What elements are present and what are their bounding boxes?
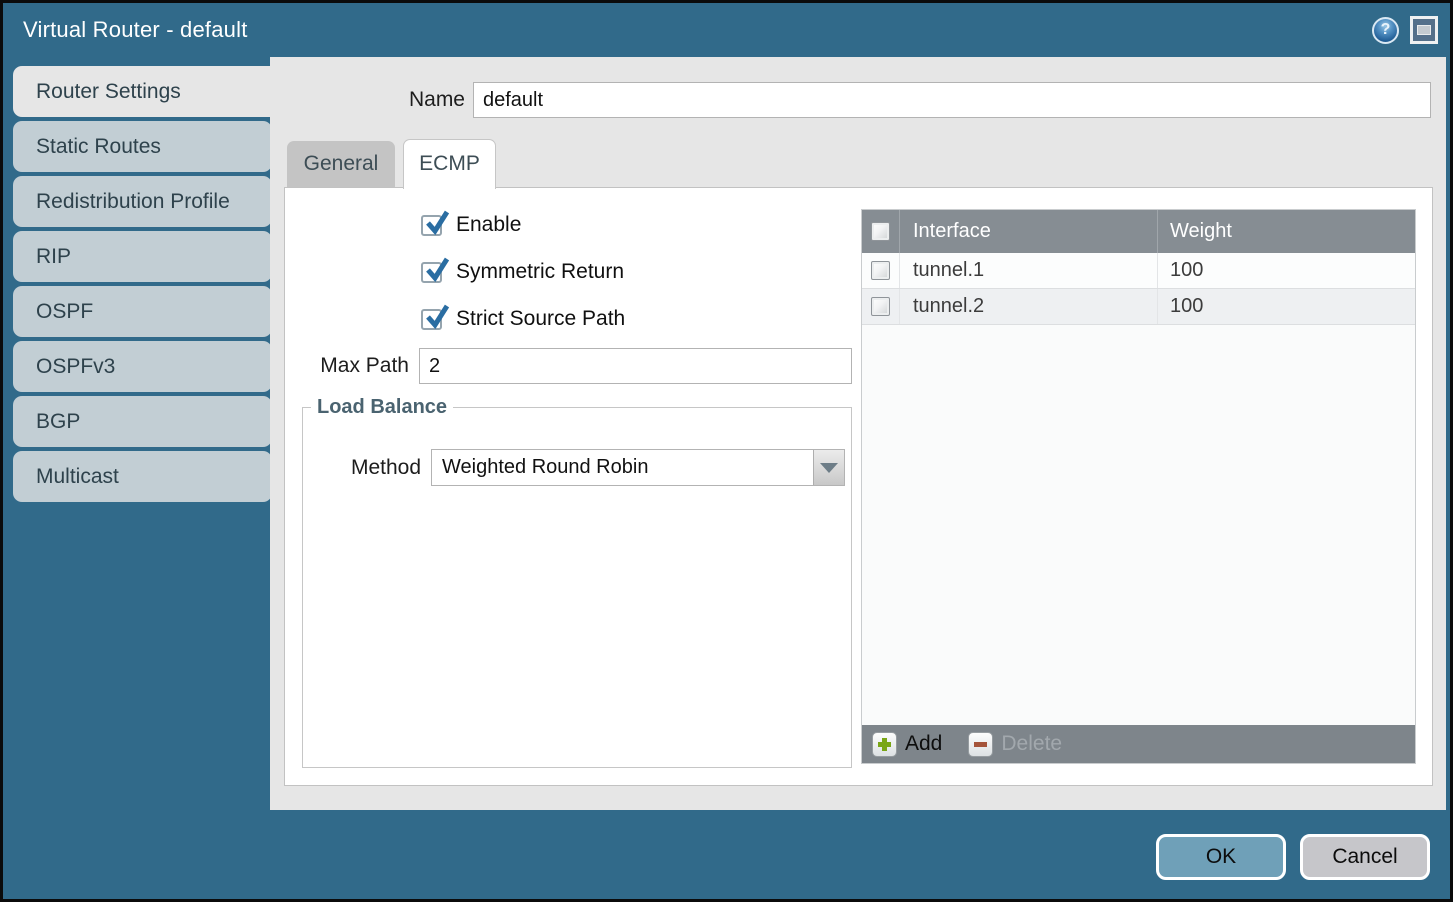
weight-column-header[interactable]: Weight xyxy=(1158,220,1415,243)
minus-icon xyxy=(968,732,993,757)
load-balance-legend: Load Balance xyxy=(311,396,453,419)
chevron-down-icon xyxy=(820,463,838,473)
row-checkbox-cell xyxy=(862,253,900,288)
symmetric-return-label: Symmetric Return xyxy=(456,260,624,284)
sidebar-item-multicast[interactable]: Multicast xyxy=(13,451,272,502)
method-label: Method xyxy=(313,449,421,486)
table-footer: Add Delete xyxy=(862,725,1415,763)
row-checkbox[interactable] xyxy=(871,261,890,280)
max-path-label: Max Path xyxy=(285,348,409,384)
interface-cell[interactable]: tunnel.2 xyxy=(900,289,1158,324)
delete-button[interactable]: Delete xyxy=(968,732,1062,757)
table-empty-area xyxy=(862,325,1415,725)
strict-source-path-checkbox[interactable] xyxy=(421,309,442,330)
load-balance-group: Load Balance Method Weighted Round Robin xyxy=(302,396,852,768)
ok-button[interactable]: OK xyxy=(1156,834,1286,880)
select-all-cell xyxy=(862,210,900,253)
method-selected-value: Weighted Round Robin xyxy=(432,456,813,479)
sidebar-item-redistribution-profile[interactable]: Redistribution Profile xyxy=(13,176,272,227)
row-checkbox-cell xyxy=(862,289,900,324)
interface-cell[interactable]: tunnel.1 xyxy=(900,253,1158,288)
sidebar-item-ospf[interactable]: OSPF xyxy=(13,286,272,337)
sidebar-item-bgp[interactable]: BGP xyxy=(13,396,272,447)
symmetric-return-checkbox[interactable] xyxy=(421,262,442,283)
enable-checkbox[interactable] xyxy=(421,215,442,236)
interface-column-header[interactable]: Interface xyxy=(900,210,1158,253)
restore-window-icon[interactable] xyxy=(1410,16,1438,44)
table-header: Interface Weight xyxy=(862,210,1415,253)
dialog-title: Virtual Router - default xyxy=(23,17,248,43)
virtual-router-dialog: Virtual Router - default ? Router Settin… xyxy=(0,0,1453,902)
delete-button-label: Delete xyxy=(1001,732,1062,756)
weight-cell[interactable]: 100 xyxy=(1158,259,1415,282)
tab-ecmp[interactable]: ECMP xyxy=(403,139,496,189)
sidebar-item-static-routes[interactable]: Static Routes xyxy=(13,121,272,172)
symmetric-return-row: Symmetric Return xyxy=(421,258,624,286)
table-row[interactable]: tunnel.2 100 xyxy=(862,289,1415,325)
cancel-button[interactable]: Cancel xyxy=(1300,834,1430,880)
ecmp-tab-panel: Enable Symmetric Return Strict Source Pa… xyxy=(284,187,1433,786)
sidebar-item-ospfv3[interactable]: OSPFv3 xyxy=(13,341,272,392)
checkmark-icon xyxy=(423,255,452,284)
strict-source-path-row: Strict Source Path xyxy=(421,305,625,333)
add-button[interactable]: Add xyxy=(872,732,942,757)
row-checkbox[interactable] xyxy=(871,297,890,316)
sidebar-item-rip[interactable]: RIP xyxy=(13,231,272,282)
interface-table: Interface Weight tunnel.1 100 tunnel.2 1… xyxy=(861,209,1416,764)
checkmark-icon xyxy=(423,302,452,331)
strict-source-path-label: Strict Source Path xyxy=(456,307,625,331)
plus-icon xyxy=(872,732,897,757)
help-icon[interactable]: ? xyxy=(1372,17,1399,44)
weight-cell[interactable]: 100 xyxy=(1158,295,1415,318)
content-panel: Name General ECMP Enable Symm xyxy=(270,57,1446,810)
dropdown-button[interactable] xyxy=(813,450,844,485)
table-row[interactable]: tunnel.1 100 xyxy=(862,253,1415,289)
enable-row: Enable xyxy=(421,211,521,239)
title-bar: Virtual Router - default ? xyxy=(3,3,1450,57)
select-all-checkbox[interactable] xyxy=(871,222,890,241)
name-label: Name xyxy=(340,82,465,118)
restore-window-icon-glyph xyxy=(1417,25,1431,35)
max-path-input[interactable] xyxy=(419,348,852,384)
tab-general[interactable]: General xyxy=(287,141,395,187)
sidebar-item-router-settings[interactable]: Router Settings xyxy=(13,66,272,117)
enable-label: Enable xyxy=(456,213,521,237)
name-input[interactable] xyxy=(473,82,1431,118)
add-button-label: Add xyxy=(905,732,942,756)
method-dropdown[interactable]: Weighted Round Robin xyxy=(431,449,845,486)
checkmark-icon xyxy=(423,208,452,237)
sidebar: Router Settings Static Routes Redistribu… xyxy=(3,66,270,502)
